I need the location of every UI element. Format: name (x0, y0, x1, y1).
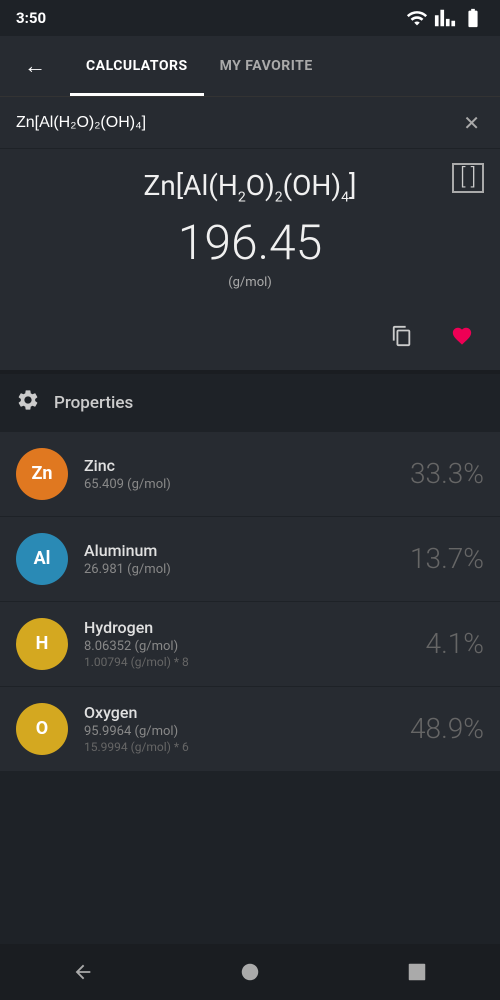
properties-header: Properties (0, 370, 500, 432)
molar-mass: 196.45 (178, 214, 323, 271)
copy-button[interactable] (380, 314, 424, 358)
element-detail: 15.9994 (g/mol) * 6 (84, 740, 378, 754)
element-mass: 8.06352 (g/mol) (84, 639, 378, 654)
tab-calculators[interactable]: CALCULATORS (70, 36, 204, 96)
element-name: Oxygen (84, 703, 378, 722)
element-row: O Oxygen 95.9964 (g/mol)15.9994 (g/mol) * … (0, 687, 500, 772)
top-nav: ← CALCULATORS MY FAVORITE (0, 36, 500, 96)
status-time: 3:50 (16, 9, 46, 27)
expand-button[interactable]: [ ] (452, 163, 484, 193)
nav-home-button[interactable] (220, 950, 280, 994)
element-percent: 33.3% (394, 457, 484, 490)
element-symbol-circle: O (16, 703, 68, 755)
search-input[interactable] (16, 114, 459, 132)
element-percent: 48.9% (394, 712, 484, 745)
element-name: Zinc (84, 456, 378, 475)
status-icons (406, 7, 484, 29)
element-rows: Zn Zinc 65.409 (g/mol) 33.3% Al Aluminum 26.98… (0, 432, 500, 772)
element-info: Hydrogen 8.06352 (g/mol)1.00794 (g/mol) *… (84, 618, 378, 669)
clear-button[interactable]: ✕ (459, 107, 484, 139)
heart-icon (451, 325, 473, 347)
element-percent: 4.1% (394, 627, 484, 660)
element-row: H Hydrogen 8.06352 (g/mol)1.00794 (g/mol) … (0, 602, 500, 687)
element-info: Zinc 65.409 (g/mol) (84, 456, 378, 492)
settings-icon (16, 388, 40, 412)
element-symbol-circle: H (16, 618, 68, 670)
element-row: Zn Zinc 65.409 (g/mol) 33.3% (0, 432, 500, 517)
signal-icon (434, 7, 456, 29)
element-detail: 1.00794 (g/mol) * 8 (84, 655, 378, 669)
element-mass: 95.9964 (g/mol) (84, 724, 378, 739)
status-bar: 3:50 (0, 0, 500, 36)
formula-text: Zn[Al(H2O)2(OH)4] (144, 169, 357, 206)
element-symbol-circle: Zn (16, 448, 68, 500)
element-row: Al Aluminum 26.981 (g/mol) 13.7% (0, 517, 500, 602)
element-info: Oxygen 95.9964 (g/mol)15.9994 (g/mol) * 6 (84, 703, 378, 754)
search-bar: ✕ (0, 96, 500, 148)
battery-icon (462, 7, 484, 29)
action-row (0, 310, 500, 370)
element-mass: 26.981 (g/mol) (84, 562, 378, 577)
tab-favorite[interactable]: MY FAVORITE (204, 36, 329, 96)
unit-text: (g/mol) (228, 275, 272, 290)
element-name: Aluminum (84, 541, 378, 560)
favorite-button[interactable] (440, 314, 484, 358)
element-name: Hydrogen (84, 618, 378, 637)
element-info: Aluminum 26.981 (g/mol) (84, 541, 378, 577)
element-percent: 13.7% (394, 542, 484, 575)
gear-icon (16, 388, 40, 418)
bottom-nav (0, 944, 500, 1000)
formula-display: [ ] Zn[Al(H2O)2(OH)4] 196.45 (g/mol) (0, 148, 500, 310)
nav-recents-button[interactable] (387, 950, 447, 994)
back-button[interactable]: ← (16, 49, 54, 83)
properties-title: Properties (54, 393, 133, 413)
element-mass: 65.409 (g/mol) (84, 477, 378, 492)
wifi-icon (406, 7, 428, 29)
element-symbol-circle: Al (16, 533, 68, 585)
nav-tabs: CALCULATORS MY FAVORITE (70, 36, 484, 96)
nav-back-button[interactable] (53, 950, 113, 994)
copy-icon (391, 325, 413, 347)
